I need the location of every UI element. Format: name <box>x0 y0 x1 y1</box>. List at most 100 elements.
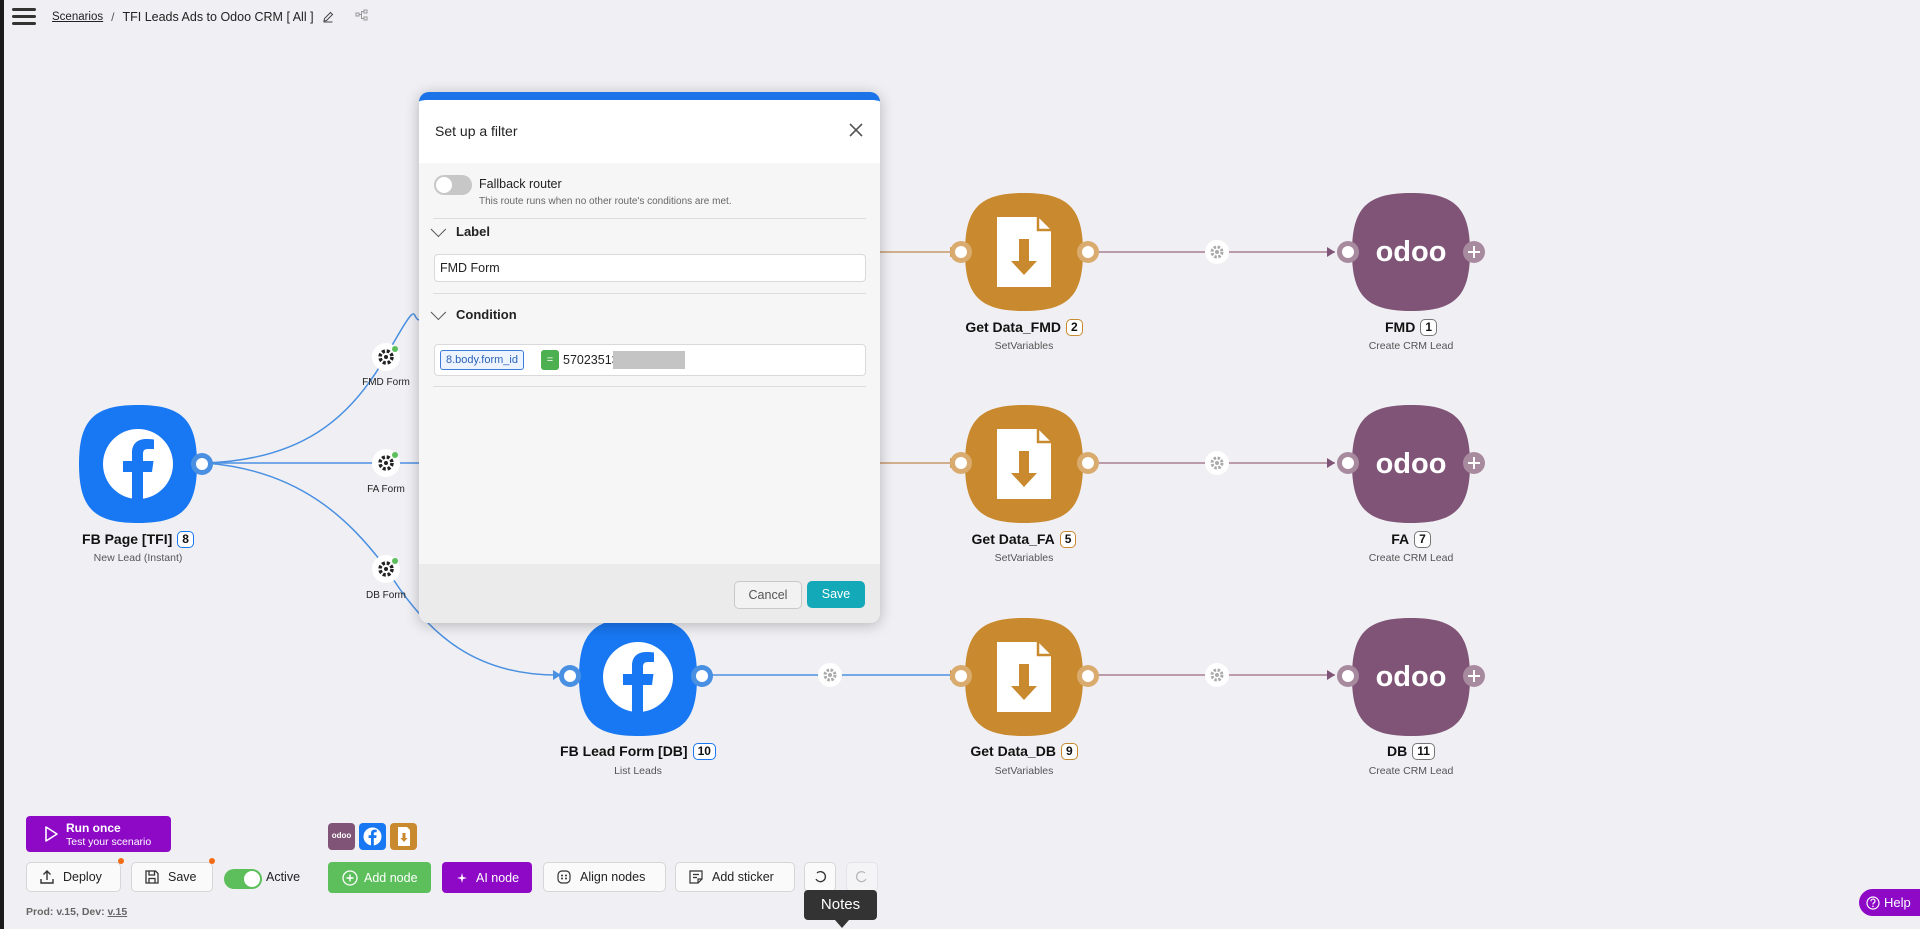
chevron-down-icon <box>430 304 447 321</box>
help-label: Help <box>1884 895 1911 910</box>
odoo-db-node[interactable]: odoo <box>1350 616 1472 738</box>
divider <box>433 293 866 294</box>
run-once-subtitle: Test your scenario <box>66 836 152 848</box>
add-sticker-button[interactable]: Add sticker <box>675 862 795 892</box>
condition-row[interactable]: 8.body.form_id = 57023513 <box>434 344 866 376</box>
dev-version-link[interactable]: v.15 <box>108 906 128 918</box>
active-toggle[interactable] <box>224 869 262 889</box>
route-filter-gear-icon[interactable] <box>1204 239 1230 265</box>
get-data-db-node[interactable] <box>963 616 1085 738</box>
redacted-block <box>613 351 685 369</box>
router-gear-icon[interactable] <box>371 554 401 584</box>
get-data-fmd-node[interactable] <box>963 191 1085 313</box>
version-prefix: Prod: v.15, Dev: <box>26 906 108 918</box>
get-data-fa-node[interactable] <box>963 403 1085 525</box>
odoo-fa-node[interactable]: odoo <box>1350 403 1472 525</box>
close-icon[interactable] <box>844 118 868 142</box>
odoo-db-input-handle[interactable] <box>1335 663 1361 689</box>
route-filter-gear-icon[interactable] <box>1204 450 1230 476</box>
odoo-fmd-label: FMD 1 <box>1281 319 1541 336</box>
module-id-badge: 5 <box>1059 531 1077 548</box>
add-module-plus-icon[interactable] <box>1461 239 1487 265</box>
save-scenario-button[interactable]: Save <box>131 862 213 892</box>
odoo-fa-input-handle[interactable] <box>1335 450 1361 476</box>
help-button[interactable]: Help <box>1859 889 1920 916</box>
fb-page-node[interactable] <box>77 403 199 525</box>
deploy-label: Deploy <box>63 870 102 884</box>
dialog-header: Set up a filter <box>419 100 880 163</box>
odoo-fmd-input-handle[interactable] <box>1335 239 1361 265</box>
get-data-db-output-handle[interactable] <box>1075 663 1101 689</box>
odoo-fmd-node[interactable]: odoo <box>1350 191 1472 313</box>
get-data-fa-label: Get Data_FA 5 <box>894 531 1154 548</box>
module-id-badge: 10 <box>692 743 716 760</box>
redo-icon <box>856 871 867 883</box>
fb-lead-form-node[interactable] <box>577 616 699 738</box>
module-id-badge: 1 <box>1420 319 1437 336</box>
fallback-router-description: This route runs when no other route's co… <box>479 196 732 207</box>
facebook-app-icon[interactable] <box>359 823 386 850</box>
add-module-plus-icon[interactable] <box>1461 663 1487 689</box>
notes-tooltip: Notes <box>804 890 877 920</box>
module-id-badge: 7 <box>1414 531 1431 548</box>
dialog-title: Set up a filter <box>435 123 518 139</box>
run-once-title: Run once <box>66 821 121 835</box>
get-data-db-input-handle[interactable] <box>948 663 974 689</box>
router-gear-icon[interactable] <box>371 342 401 372</box>
odoo-fa-subtitle: Create CRM Lead <box>1368 552 1454 564</box>
condition-value[interactable]: 57023513 <box>563 353 619 367</box>
sticker-icon <box>689 870 703 884</box>
condition-section-toggle[interactable]: Condition <box>430 304 517 322</box>
condition-variable-pill[interactable]: 8.body.form_id <box>440 350 524 370</box>
align-nodes-button[interactable]: Align nodes <box>543 862 666 892</box>
active-label: Active <box>266 870 301 884</box>
label-section-toggle[interactable]: Label <box>430 221 490 239</box>
redo-button[interactable] <box>846 862 878 892</box>
add-module-plus-icon[interactable] <box>1461 450 1487 476</box>
run-once-button[interactable]: Run once Test your scenario <box>26 816 171 852</box>
fb-lead-form-output-handle[interactable] <box>689 663 715 689</box>
ai-node-label: AI node <box>476 870 520 885</box>
get-data-fmd-output-handle[interactable] <box>1075 239 1101 265</box>
label-section-title: Label <box>456 224 490 239</box>
module-id-badge: 8 <box>177 531 194 548</box>
odoo-app-icon[interactable]: odoo <box>328 823 355 850</box>
module-id-badge: 2 <box>1066 319 1083 336</box>
plus-icon <box>342 869 358 886</box>
fallback-router-toggle[interactable] <box>434 175 472 195</box>
undo-button[interactable] <box>804 862 836 892</box>
unsaved-indicator <box>209 858 215 864</box>
divider <box>433 218 866 219</box>
odoo-db-label: DB 11 <box>1281 743 1541 760</box>
fb-page-output-handle[interactable] <box>189 451 215 477</box>
setvariables-app-icon[interactable] <box>390 823 417 850</box>
play-icon <box>45 826 58 842</box>
condition-section-title: Condition <box>456 307 517 322</box>
route-filter-gear-icon[interactable] <box>1204 662 1230 688</box>
condition-operator[interactable]: = <box>541 350 559 370</box>
save-button[interactable]: Save <box>807 581 865 608</box>
dialog-footer: Cancel Save <box>419 564 880 623</box>
odoo-db-subtitle: Create CRM Lead <box>1368 765 1454 777</box>
add-sticker-label: Add sticker <box>712 870 774 884</box>
filter-dialog: Set up a filter Fallback router This rou… <box>419 92 880 623</box>
fb-lead-form-input-handle[interactable] <box>557 663 583 689</box>
label-input[interactable]: FMD Form <box>434 254 866 282</box>
add-node-label: Add node <box>364 870 418 885</box>
router-label-fa: FA Form <box>367 484 405 495</box>
get-data-fmd-input-handle[interactable] <box>948 239 974 265</box>
add-node-button[interactable]: Add node <box>328 862 431 893</box>
router-gear-icon[interactable] <box>371 448 401 478</box>
get-data-db-label: Get Data_DB 9 <box>894 743 1154 760</box>
get-data-fmd-label: Get Data_FMD 2 <box>894 319 1154 336</box>
module-id-badge: 9 <box>1060 743 1078 760</box>
route-filter-gear-icon[interactable] <box>817 662 843 688</box>
get-data-fa-output-handle[interactable] <box>1075 450 1101 476</box>
deploy-button[interactable]: Deploy <box>26 862 121 892</box>
get-data-fa-input-handle[interactable] <box>948 450 974 476</box>
upload-icon <box>40 870 54 884</box>
save-label: Save <box>168 870 197 884</box>
ai-node-button[interactable]: AI node <box>442 862 532 893</box>
cancel-button[interactable]: Cancel <box>734 581 802 609</box>
router-label-fmd: FMD Form <box>362 377 410 388</box>
